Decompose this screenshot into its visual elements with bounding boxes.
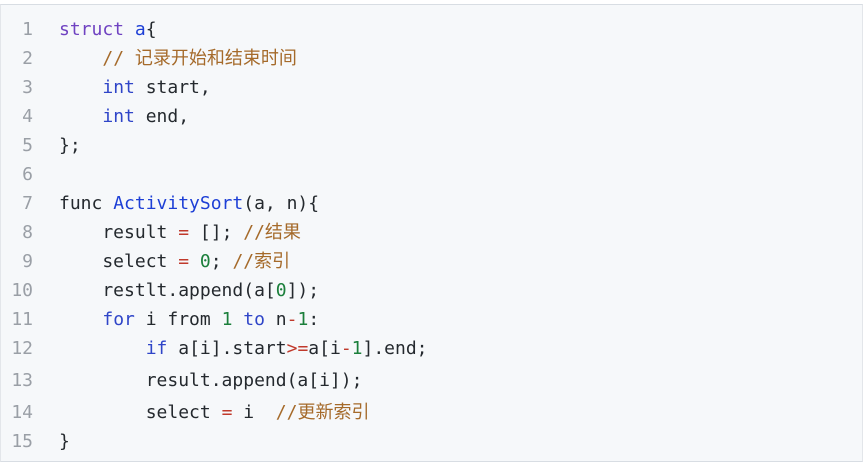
code-token: 1 bbox=[351, 338, 363, 359]
code-block: 1 struct a{2 // 记录开始和结束时间 3 int start, 4 in… bbox=[0, 4, 863, 462]
code-token: if bbox=[145, 338, 168, 359]
code-token: to bbox=[243, 309, 265, 330]
code-token: start, bbox=[134, 77, 211, 98]
code-token: a[i].start bbox=[167, 338, 287, 359]
code-text: select = 0; //索引 bbox=[59, 248, 290, 276]
code-token: int bbox=[102, 77, 135, 98]
code-token: i from bbox=[134, 309, 222, 330]
line-number: 3 bbox=[22, 77, 33, 98]
code-token: //索引 bbox=[232, 251, 291, 272]
code-token: a[i bbox=[308, 338, 341, 359]
line-number: 13 bbox=[11, 370, 33, 391]
line-number: 7 bbox=[22, 193, 33, 214]
code-text: select = i //更新索引 bbox=[59, 399, 370, 427]
code-line: 2 // 记录开始和结束时间 bbox=[1, 45, 297, 73]
code-token: = bbox=[178, 222, 190, 243]
code-text: result = []; //结果 bbox=[59, 219, 301, 247]
code-line: 14 select = i //更新索引 bbox=[1, 399, 369, 427]
code-line: 11 for i from 1 to n-1: bbox=[1, 306, 319, 334]
code-token: = bbox=[178, 251, 190, 272]
code-token: (a, n){ bbox=[243, 193, 320, 214]
code-text: func ActivitySort(a, n){ bbox=[59, 190, 319, 218]
code-token: restlt.append(a[ bbox=[59, 280, 276, 301]
code-line: 5}; bbox=[1, 132, 81, 160]
code-token: end, bbox=[134, 106, 190, 127]
code-line: 13 result.append(a[i]); bbox=[1, 367, 362, 395]
code-line: 8 result = []; //结果 bbox=[1, 219, 301, 247]
code-text: }; bbox=[59, 132, 81, 160]
code-token: a bbox=[134, 19, 146, 40]
line-number: 5 bbox=[22, 135, 33, 156]
code-token: for bbox=[102, 309, 135, 330]
code-token: int bbox=[102, 106, 135, 127]
code-token: struct bbox=[59, 19, 125, 40]
code-token: ].end; bbox=[362, 338, 428, 359]
code-token: //结果 bbox=[243, 222, 301, 243]
code-text: } bbox=[59, 428, 70, 456]
code-line: 1 struct a{ bbox=[1, 16, 157, 44]
code-token: select bbox=[59, 402, 222, 423]
code-line: 9 select = 0; //索引 bbox=[1, 248, 290, 276]
code-token: 0 bbox=[275, 280, 287, 301]
code-token: ActivitySort bbox=[113, 193, 244, 214]
code-line: 10 restlt.append(a[0]); bbox=[1, 277, 319, 305]
code-text: for i from 1 to n-1: bbox=[59, 306, 319, 334]
line-number: 1 bbox=[22, 19, 33, 40]
code-line: 3 int start, bbox=[1, 74, 211, 102]
code-token: - bbox=[286, 309, 298, 330]
code-text: int start, bbox=[59, 74, 211, 102]
line-number: 15 bbox=[11, 431, 33, 452]
code-token: 0 bbox=[199, 251, 211, 272]
code-line: 4 int end, bbox=[1, 103, 189, 131]
code-token: >= bbox=[286, 338, 309, 359]
line-number: 8 bbox=[22, 222, 33, 243]
code-token: - bbox=[340, 338, 352, 359]
code-token: i bbox=[232, 402, 276, 423]
code-text: // 记录开始和结束时间 bbox=[59, 45, 297, 73]
code-token: result.append(a[i]); bbox=[59, 370, 363, 391]
code-token: []; bbox=[189, 222, 244, 243]
code-line: 6 bbox=[1, 161, 59, 189]
code-token: { bbox=[145, 19, 157, 40]
line-number: 12 bbox=[11, 338, 33, 359]
code-text: struct a{ bbox=[59, 16, 157, 44]
code-token: result bbox=[59, 222, 179, 243]
code-token: ; bbox=[210, 251, 233, 272]
line-number: 4 bbox=[22, 106, 33, 127]
code-token: } bbox=[59, 431, 70, 452]
line-number: 2 bbox=[22, 48, 33, 69]
code-token: select bbox=[59, 251, 179, 272]
code-token: // 记录开始和结束时间 bbox=[102, 48, 297, 69]
code-text: int end, bbox=[59, 103, 189, 131]
code-token: 1 bbox=[297, 309, 309, 330]
code-line: 7 func ActivitySort(a, n){ bbox=[1, 190, 319, 218]
code-line: 12 if a[i].start>=a[i-1].end; bbox=[1, 335, 428, 363]
line-number: 9 bbox=[22, 251, 33, 272]
code-token: }; bbox=[59, 135, 81, 156]
code-token: : bbox=[308, 309, 320, 330]
code-token: n bbox=[264, 309, 287, 330]
line-number: 6 bbox=[22, 164, 33, 185]
code-token: func bbox=[59, 193, 114, 214]
code-token: = bbox=[221, 402, 233, 423]
code-text: if a[i].start>=a[i-1].end; bbox=[59, 335, 428, 363]
code-line: 15} bbox=[1, 428, 70, 456]
code-token: //更新索引 bbox=[275, 402, 370, 423]
line-number: 14 bbox=[11, 402, 33, 423]
code-text: restlt.append(a[0]); bbox=[59, 277, 319, 305]
line-number: 10 bbox=[11, 280, 33, 301]
code-text: result.append(a[i]); bbox=[59, 367, 363, 395]
code-token: ]); bbox=[286, 280, 320, 301]
line-number: 11 bbox=[11, 309, 33, 330]
code-token: 1 bbox=[221, 309, 233, 330]
